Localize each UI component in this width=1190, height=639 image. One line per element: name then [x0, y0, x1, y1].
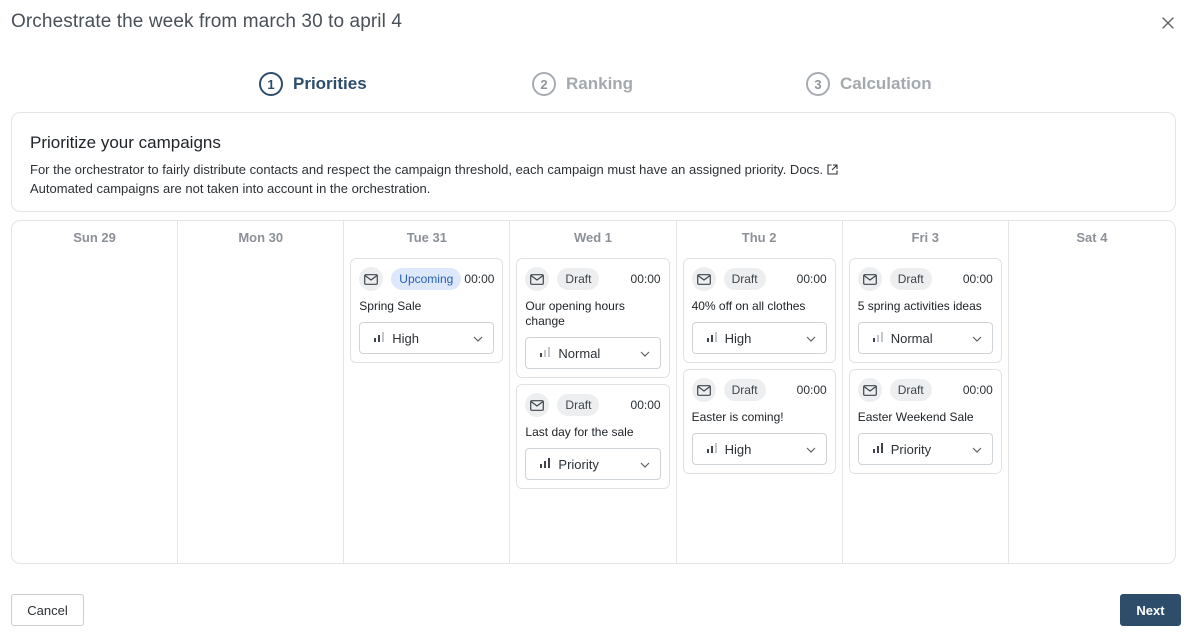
step-number: 3	[806, 72, 830, 96]
chevron-down-icon	[640, 455, 650, 473]
day-header: Mon 30	[238, 230, 284, 245]
campaign-time: 00:00	[630, 272, 661, 286]
campaign-name: Spring Sale	[359, 299, 422, 313]
priority-value: Normal	[890, 330, 933, 346]
envelope-icon	[857, 378, 882, 402]
priority-select[interactable]: High	[691, 433, 827, 465]
status-badge: Draft	[889, 379, 932, 401]
campaign-card[interactable]: Draft 00:00 Last day for the sale Priority	[516, 384, 670, 489]
signal-bars-icon	[872, 329, 884, 347]
week-calendar: Sun 29 Mon 30 Tue 31 Upcoming 00:00 Spring Sa…	[11, 220, 1176, 564]
day-column: Fri 3 Draft 00:00 5 spring activities ideas…	[843, 221, 1009, 563]
envelope-icon	[691, 267, 716, 291]
day-column: Sat 4	[1009, 221, 1175, 563]
day-header: Sat 4	[1076, 230, 1108, 245]
status-badge: Draft	[557, 394, 600, 416]
chevron-down-icon	[972, 329, 982, 347]
priority-select[interactable]: Normal	[857, 322, 993, 354]
day-header: Tue 31	[406, 230, 447, 245]
day-column: Wed 1 Draft 00:00 Our opening hours change N…	[510, 221, 677, 563]
signal-bars-icon	[539, 455, 551, 473]
signal-bars-icon	[706, 329, 718, 347]
campaign-name: 40% off on all clothes	[691, 299, 806, 313]
campaign-time: 00:00	[796, 272, 827, 286]
intro-description: For the orchestrator to fairly distribut…	[30, 161, 1157, 198]
priority-select[interactable]: High	[359, 322, 495, 354]
chevron-down-icon	[473, 329, 483, 347]
priority-value: Priority	[890, 441, 932, 457]
campaign-card[interactable]: Upcoming 00:00 Spring Sale High	[350, 258, 504, 363]
chevron-down-icon	[806, 440, 816, 458]
step-priorities[interactable]: 1 Priorities	[259, 72, 367, 96]
close-button[interactable]	[1158, 13, 1178, 33]
day-header: Fri 3	[911, 230, 939, 245]
priority-value: High	[392, 330, 420, 346]
day-header: Thu 2	[741, 230, 777, 245]
campaign-name: Our opening hours change	[525, 299, 625, 328]
close-icon	[1162, 17, 1174, 29]
cancel-button[interactable]: Cancel	[11, 594, 84, 626]
priority-value: Normal	[558, 345, 601, 361]
external-link-icon[interactable]	[827, 162, 838, 180]
campaign-card[interactable]: Draft 00:00 5 spring activities ideas Norma…	[848, 258, 1002, 363]
envelope-icon	[691, 378, 716, 402]
envelope-icon	[359, 267, 384, 291]
campaign-time: 00:00	[962, 272, 993, 286]
step-number: 2	[532, 72, 556, 96]
priority-select[interactable]: Priority	[857, 433, 993, 465]
day-header: Sun 29	[73, 230, 116, 245]
step-label: Calculation	[840, 74, 932, 93]
step-calculation[interactable]: 3 Calculation	[806, 72, 932, 96]
signal-bars-icon	[373, 329, 385, 347]
stepper: 1 Priorities 2 Ranking 3 Calculation	[0, 72, 1190, 98]
step-number: 1	[259, 72, 283, 96]
campaign-time: 00:00	[962, 383, 993, 397]
priority-value: Priority	[558, 456, 599, 472]
campaign-time: 00:00	[464, 272, 495, 286]
priority-select[interactable]: High	[691, 322, 827, 354]
step-label: Ranking	[566, 74, 634, 93]
status-badge: Draft	[723, 268, 766, 290]
campaign-time: 00:00	[796, 383, 827, 397]
dialog-title: Orchestrate the week from march 30 to ap…	[11, 11, 402, 32]
step-ranking[interactable]: 2 Ranking	[532, 72, 633, 96]
envelope-icon	[525, 393, 550, 417]
status-badge: Draft	[723, 379, 766, 401]
day-column: Thu 2 Draft 00:00 40% off on all clothes Hig…	[677, 221, 843, 563]
chevron-down-icon	[806, 329, 816, 347]
next-button[interactable]: Next	[1120, 594, 1181, 626]
signal-bars-icon	[539, 344, 551, 362]
campaign-name: Last day for the sale	[525, 425, 634, 439]
envelope-icon	[525, 267, 550, 291]
step-label: Priorities	[293, 74, 367, 93]
campaign-name: Easter is coming!	[691, 410, 784, 424]
status-badge: Draft	[889, 268, 932, 290]
signal-bars-icon	[706, 440, 718, 458]
day-header: Wed 1	[573, 230, 613, 245]
intro-panel: Prioritize your campaigns For the orches…	[11, 112, 1176, 212]
day-column: Sun 29	[12, 221, 179, 563]
campaign-name: 5 spring activities ideas	[857, 299, 982, 313]
chevron-down-icon	[972, 440, 982, 458]
intro-line-2: Automated campaigns are not taken into a…	[30, 181, 431, 196]
day-column: Mon 30	[178, 221, 345, 563]
campaign-card[interactable]: Draft 00:00 Our opening hours change Normal	[516, 258, 670, 378]
intro-heading: Prioritize your campaigns	[30, 133, 221, 152]
campaign-time: 00:00	[630, 398, 661, 412]
campaign-name: Easter Weekend Sale	[857, 410, 974, 424]
chevron-down-icon	[640, 344, 650, 362]
priority-value: High	[724, 441, 752, 457]
intro-line-1: For the orchestrator to fairly distribut…	[30, 162, 824, 177]
status-badge: Draft	[557, 268, 600, 290]
priority-value: High	[724, 330, 752, 346]
day-column: Tue 31 Upcoming 00:00 Spring Sale High	[344, 221, 511, 563]
envelope-icon	[857, 267, 882, 291]
campaign-card[interactable]: Draft 00:00 40% off on all clothes High	[682, 258, 836, 363]
signal-bars-icon	[872, 440, 884, 458]
priority-select[interactable]: Priority	[525, 448, 661, 480]
status-badge: Upcoming	[391, 268, 462, 290]
campaign-card[interactable]: Draft 00:00 Easter Weekend Sale Priority	[848, 369, 1002, 474]
campaign-card[interactable]: Draft 00:00 Easter is coming! High	[682, 369, 836, 474]
priority-select[interactable]: Normal	[525, 337, 661, 369]
